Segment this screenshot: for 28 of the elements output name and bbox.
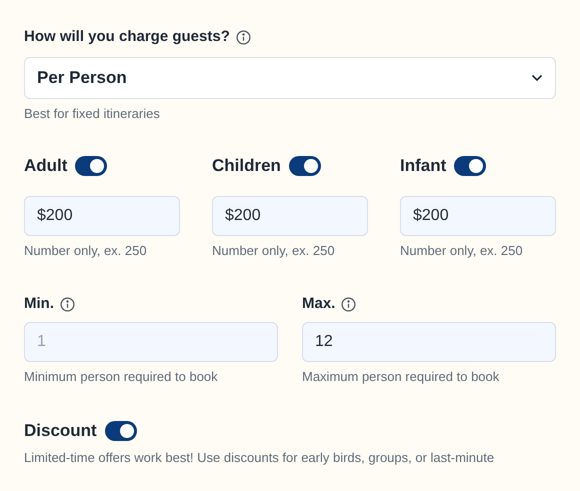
help-text: Number only, ex. 250	[24, 242, 148, 260]
info-icon	[236, 30, 251, 45]
limit-label: Min.	[24, 294, 54, 314]
toggle-switch[interactable]	[288, 156, 321, 176]
toggle-switch[interactable]	[104, 420, 137, 440]
price-label: Adult	[24, 154, 68, 177]
limit-field[interactable]: 12	[302, 322, 556, 362]
field-label: How will you charge guests?	[24, 27, 230, 47]
help-text: Number only, ex. 250	[212, 242, 336, 260]
price-label: Infant	[400, 154, 446, 177]
price-field[interactable]: $200	[24, 196, 180, 236]
help-text: Number only, ex. 250	[400, 242, 524, 260]
limit-label: Max.	[302, 294, 336, 314]
help-text: Minimum person required to book	[24, 368, 219, 386]
toggle-switch[interactable]	[75, 156, 108, 176]
discount-label: Discount	[24, 420, 97, 442]
help-text: Best for fixed itineraries	[24, 104, 161, 122]
price-field[interactable]: $200	[212, 196, 368, 236]
price-field[interactable]: $200	[400, 196, 556, 236]
info-icon	[60, 297, 75, 312]
chevron-down-icon	[531, 74, 543, 82]
help-text: Limited-time offers work best! Use discounts for early birds, groups, or last-minute	[24, 448, 496, 466]
charge-select[interactable]: Per Person	[24, 56, 556, 98]
limit-field[interactable]: 1	[24, 322, 278, 362]
price-label: Children	[212, 154, 281, 177]
toggle-switch[interactable]	[454, 156, 486, 176]
info-icon	[341, 297, 356, 312]
help-text: Maximum person required to book	[302, 368, 500, 386]
